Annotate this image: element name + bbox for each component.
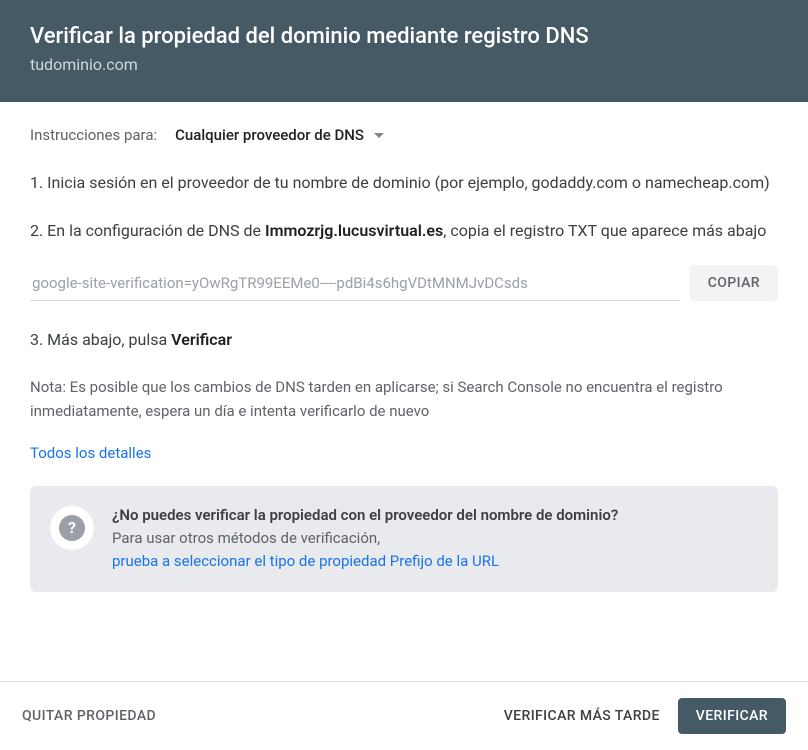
step-1: 1. Inicia sesión en el proveedor de tu n… — [30, 170, 778, 196]
remove-property-button[interactable]: QUITAR PROPIEDAD — [22, 708, 156, 724]
instructions-selector-row: Instrucciones para: Cualquier proveedor … — [30, 126, 778, 144]
info-text: ¿No puedes verificar la propiedad con el… — [112, 504, 618, 574]
full-details-link[interactable]: Todos los detalles — [30, 444, 151, 462]
verify-button[interactable]: VERIFICAR — [678, 698, 786, 734]
instructions-label: Instrucciones para: — [30, 126, 157, 144]
dialog-header: Verificar la propiedad del dominio media… — [0, 0, 808, 102]
txt-record-input[interactable] — [30, 266, 680, 301]
info-title: ¿No puedes verificar la propiedad con el… — [112, 504, 618, 527]
info-box: ? ¿No puedes verificar la propiedad con … — [30, 486, 778, 592]
step-2-domain: Immozrjg.lucusvirtual.es — [265, 221, 443, 240]
help-icon-wrapper: ? — [50, 506, 94, 550]
dropdown-value: Cualquier proveedor de DNS — [175, 126, 364, 144]
dialog-footer: QUITAR PROPIEDAD VERIFICAR MÁS TARDE VER… — [0, 681, 808, 750]
url-prefix-link[interactable]: prueba a seleccionar el tipo de propieda… — [112, 552, 499, 570]
step-2-suffix: , copia el registro TXT que aparece más … — [443, 221, 766, 240]
dialog-title: Verificar la propiedad del dominio media… — [30, 24, 778, 49]
step-3-prefix: 3. Más abajo, pulsa — [30, 330, 171, 349]
txt-record-row: COPIAR — [30, 265, 778, 301]
question-icon: ? — [59, 515, 85, 541]
step-2: 2. En la configuración de DNS de Immozrj… — [30, 218, 778, 244]
verify-later-button[interactable]: VERIFICAR MÁS TARDE — [504, 708, 660, 724]
info-body-text: Para usar otros métodos de verificación, — [112, 529, 380, 547]
dialog-content: Instrucciones para: Cualquier proveedor … — [0, 102, 808, 592]
footer-right: VERIFICAR MÁS TARDE VERIFICAR — [504, 698, 786, 734]
info-body: Para usar otros métodos de verificación,… — [112, 527, 618, 574]
step-3-bold: Verificar — [171, 330, 232, 349]
step-2-prefix: 2. En la configuración de DNS de — [30, 221, 265, 240]
domain-subtitle: tudominio.com — [30, 55, 778, 74]
dns-note: Nota: Es posible que los cambios de DNS … — [30, 375, 778, 423]
chevron-down-icon — [374, 133, 384, 138]
dns-provider-dropdown[interactable]: Cualquier proveedor de DNS — [175, 126, 384, 144]
step-3: 3. Más abajo, pulsa Verificar — [30, 327, 778, 353]
copy-button[interactable]: COPIAR — [690, 265, 778, 301]
